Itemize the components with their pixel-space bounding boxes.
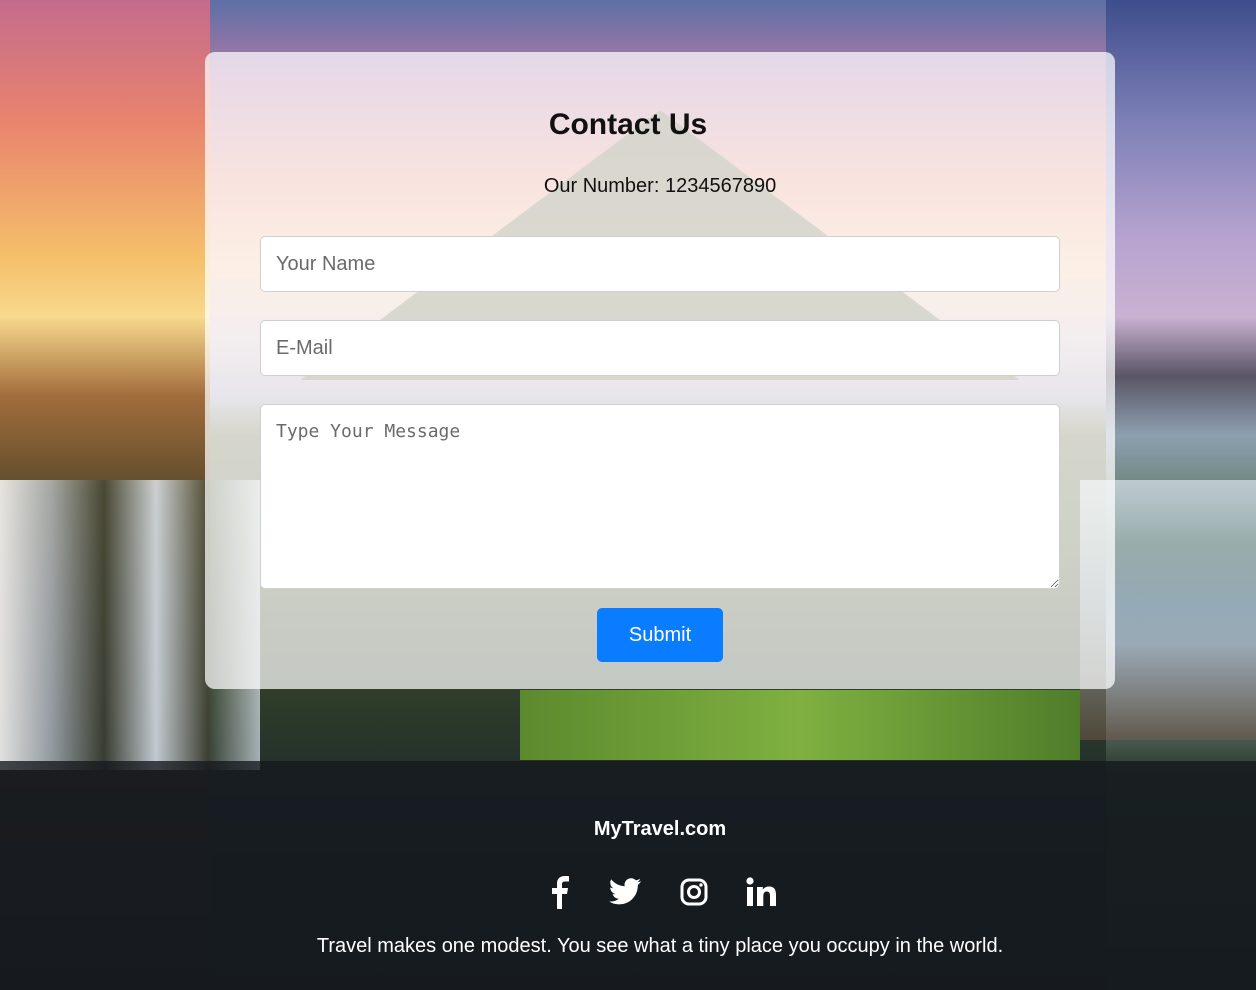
instagram-icon[interactable] bbox=[680, 872, 708, 912]
social-links bbox=[548, 870, 778, 914]
name-input[interactable] bbox=[260, 236, 1060, 292]
footer-tagline: Travel makes one modest. You see what a … bbox=[316, 935, 1004, 957]
email-input[interactable] bbox=[260, 320, 1060, 376]
message-textarea[interactable] bbox=[260, 404, 1060, 589]
phone-number-text: Our Number: 1234567890 bbox=[543, 175, 777, 197]
submit-button[interactable]: Submit bbox=[597, 608, 723, 662]
facebook-icon[interactable] bbox=[548, 872, 570, 912]
grass bbox=[520, 690, 1080, 760]
page-title: Contact Us bbox=[548, 108, 708, 141]
linkedin-icon[interactable] bbox=[746, 872, 778, 912]
footer-brand: MyTravel.com bbox=[593, 818, 727, 840]
twitter-icon[interactable] bbox=[608, 872, 642, 912]
